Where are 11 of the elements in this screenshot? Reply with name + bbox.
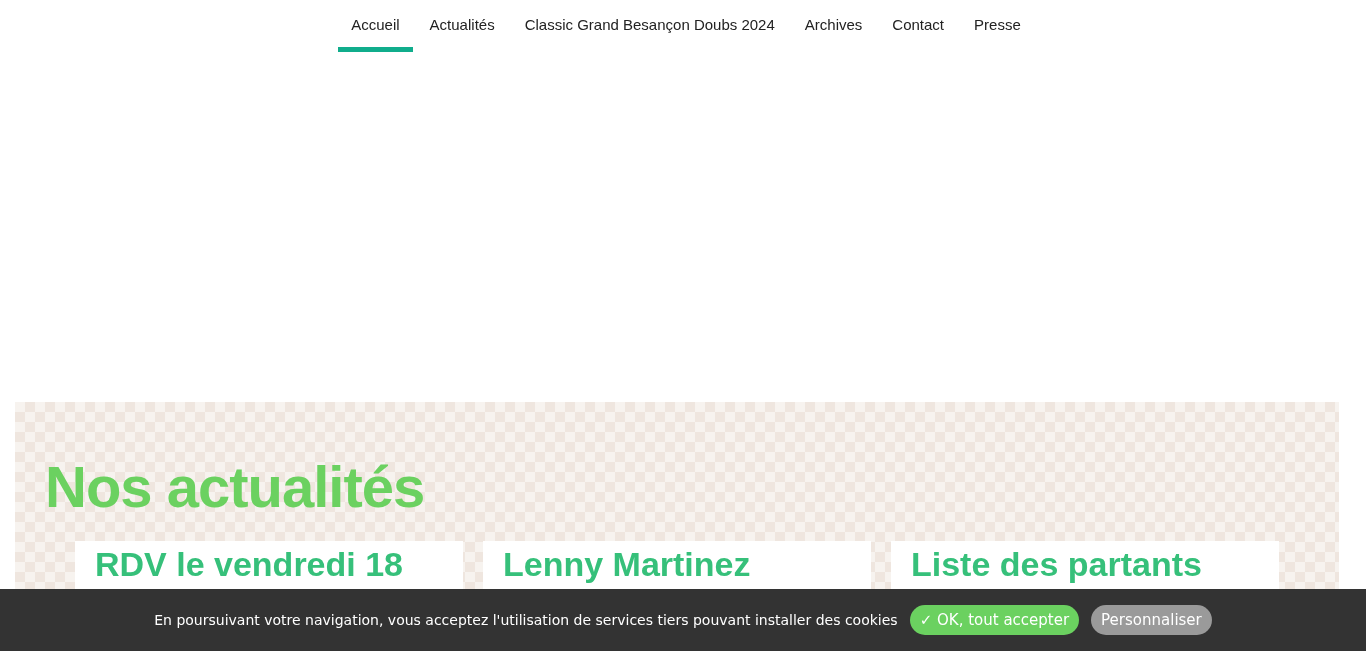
card-title: Lenny Martinez (503, 544, 752, 584)
nav-tab[interactable]: Presse (961, 0, 1034, 52)
nav-tab[interactable]: Classic Grand Besançon Doubs 2024 (511, 0, 788, 52)
nav-tab[interactable]: Actualités (416, 0, 508, 52)
nav-tab[interactable]: Archives (791, 0, 876, 52)
section-heading: Nos actualités (45, 453, 426, 521)
cookie-message: En poursuivant votre navigation, vous acceptez l'utilisation de services tiers pouvant installer des cookies (154, 612, 898, 628)
card-title: RDV le vendredi 18 (95, 544, 404, 584)
nav-tab[interactable]: Contact (879, 0, 958, 52)
nav-tab[interactable]: Accueil (338, 0, 413, 52)
card-title: Liste des partants (911, 544, 1203, 584)
